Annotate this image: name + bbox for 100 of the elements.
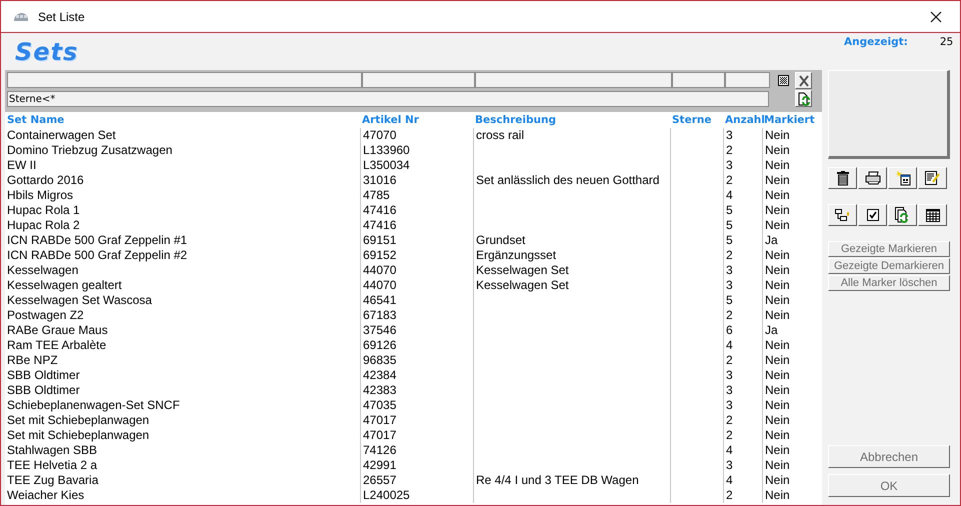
table-cell: 47416 (360, 203, 473, 218)
table-cell: 3 (723, 128, 762, 143)
column-filter-field[interactable] (725, 72, 770, 88)
table-cell: L133960 (360, 143, 473, 158)
table-cell: 37546 (360, 323, 473, 338)
toolbar-button[interactable] (858, 204, 887, 226)
table-cell: Nein (762, 383, 822, 398)
table-cell-text: EW II (6, 158, 38, 173)
table-cell: 96835 (360, 353, 473, 368)
table-cell: 3 (723, 278, 762, 293)
table-cell: 44070 (360, 278, 473, 293)
table-cell: 3 (723, 368, 762, 383)
table-cell: 4 (723, 473, 762, 488)
table-cell-text: Schiebeplanenwagen-Set SNCF (6, 398, 181, 413)
toolbar-button[interactable] (918, 204, 947, 226)
table-cell: 4785 (360, 188, 473, 203)
table-cell: 3 (723, 383, 762, 398)
window-title: Set Liste (38, 10, 86, 24)
table-cell: 5 (723, 233, 762, 248)
column-header[interactable]: Anzahl (723, 114, 762, 126)
table-cell: 2 (723, 173, 762, 188)
table-cell: Nein (762, 368, 822, 383)
column-filter-field[interactable] (362, 72, 475, 88)
table-cell: cross rail (473, 128, 670, 143)
document-refresh-icon (798, 92, 810, 106)
table-cell-text: Kesselwagen gealtert (6, 278, 123, 293)
copy-refresh-icon (895, 207, 910, 223)
clear-filter-button[interactable] (795, 72, 812, 89)
filter-field[interactable]: Sterne<* (7, 91, 769, 107)
close-icon[interactable] (930, 10, 942, 22)
table-cell-text: Weiacher Kies (6, 488, 86, 503)
column-header[interactable]: Sterne (670, 114, 723, 126)
column-header[interactable]: Beschreibung (473, 114, 670, 126)
table-cell-text: TEE Zug Bavaria (6, 473, 100, 488)
table-cell: 69151 (360, 233, 473, 248)
table-cell: Re 4/4 I und 3 TEE DB Wagen (473, 473, 670, 488)
linked-boxes-icon (835, 208, 850, 222)
table-cell: 2 (723, 143, 762, 158)
table-cell: Ja (762, 233, 822, 248)
table-cell: 3 (723, 263, 762, 278)
table-cell: Nein (762, 248, 822, 263)
table-cell-text: Kesselwagen Set Wascosa (6, 293, 153, 308)
table-cell-text: RBe NPZ (6, 353, 59, 368)
table-cell: 31016 (360, 173, 473, 188)
table-cell: 74126 (360, 443, 473, 458)
table-cell: Nein (762, 488, 822, 503)
pattern-icon[interactable] (778, 75, 789, 86)
column-filter-field[interactable] (672, 72, 725, 88)
table-cell: 47070 (360, 128, 473, 143)
table-cell: 69152 (360, 248, 473, 263)
table-cell-text: ICN RABDe 500 Graf Zeppelin #1 (6, 233, 188, 248)
table-cell: 47035 (360, 398, 473, 413)
table-cell: 5 (723, 218, 762, 233)
table-cell: 3 (723, 158, 762, 173)
table-cell: Kesselwagen Set (473, 263, 670, 278)
column-header[interactable]: Set Name (5, 114, 360, 126)
toolbar-button[interactable] (828, 204, 857, 226)
new-window-icon (894, 170, 910, 186)
table-cell: 4 (723, 443, 762, 458)
column-header[interactable]: Artikel Nr (360, 114, 473, 126)
table-cell-text: TEE Helvetia 2 a (6, 458, 98, 473)
toolbar-button[interactable] (888, 204, 917, 226)
trash-icon (836, 170, 848, 186)
table-cell: Nein (762, 473, 822, 488)
toolbar-button[interactable] (828, 167, 857, 189)
table-cell: 5 (723, 203, 762, 218)
table-cell: 3 (723, 398, 762, 413)
table-cell-text: Stahlwagen SBB (6, 443, 98, 458)
column-filter-field[interactable] (7, 72, 362, 88)
table-cell: Kesselwagen Set (473, 278, 670, 293)
table-cell: 6 (723, 323, 762, 338)
toolbar-button[interactable] (888, 167, 917, 189)
toolbar-button[interactable] (858, 167, 887, 189)
table-cell: 5 (723, 293, 762, 308)
toolbar-button[interactable] (918, 167, 947, 189)
table-cell: Nein (762, 308, 822, 323)
table-cell: 44070 (360, 263, 473, 278)
table-cell-text: Domino Triebzug Zusatzwagen (6, 143, 174, 158)
table-cell: Nein (762, 353, 822, 368)
table-icon (926, 208, 940, 222)
table-cell: 42384 (360, 368, 473, 383)
table-cell-text: Containerwagen Set (6, 128, 117, 143)
table-cell: Nein (762, 158, 822, 173)
table-cell: 2 (723, 488, 762, 503)
table-cell-text: RABe Graue Maus (6, 323, 109, 338)
table-cell: 2 (723, 413, 762, 428)
refresh-button[interactable] (795, 90, 812, 107)
count-value: 25 (940, 36, 954, 48)
table-cell: Nein (762, 128, 822, 143)
column-filter-field[interactable] (475, 72, 672, 88)
table-cell-text: ICN RABDe 500 Graf Zeppelin #2 (6, 248, 188, 263)
table-cell: 69126 (360, 338, 473, 353)
table-cell: Ja (762, 323, 822, 338)
table-cell: 4 (723, 188, 762, 203)
table-cell: Nein (762, 443, 822, 458)
table-cell: 2 (723, 248, 762, 263)
table-cell: 2 (723, 428, 762, 443)
table-cell-text: Gottardo 2016 (6, 173, 85, 188)
table-cell-text: Ram TEE Arbalète (6, 338, 108, 353)
table-cell: L240025 (360, 488, 473, 503)
